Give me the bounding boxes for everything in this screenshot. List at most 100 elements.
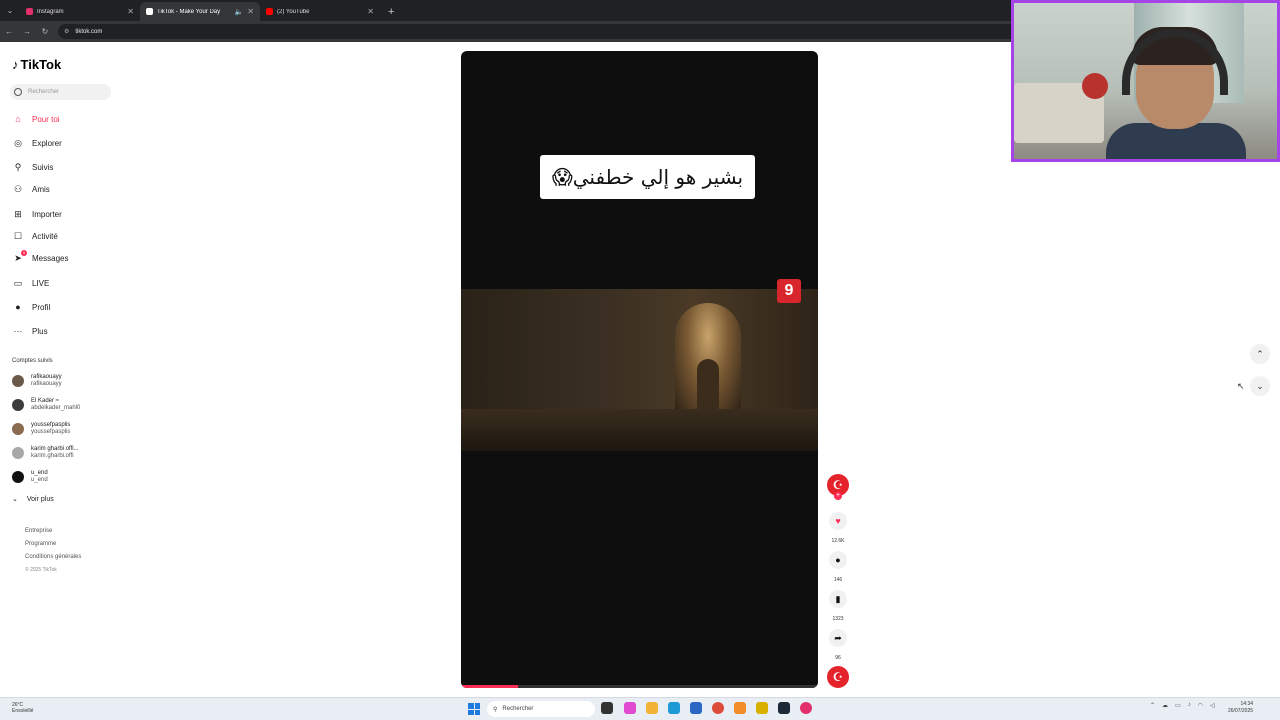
like-heart-icon[interactable]: ♥ [829,512,847,530]
nav-item-importer[interactable]: ⊞ Importer [12,208,62,220]
search-icon: ⚲ [493,706,498,713]
followed-account[interactable]: rafikaouayy rafikaouayy [12,374,62,388]
floor-shape [461,409,818,451]
nav-label: Messages [32,253,69,263]
tab-search-chevron-icon[interactable]: ⌄ [0,0,20,21]
next-video-chevron-down-icon[interactable]: ⌄ [1250,376,1270,396]
account-name: El Kader ≈ [31,398,59,404]
following-icon: ⚲ [14,161,22,172]
nav-item-amis[interactable]: ⚇ Amis [12,183,50,195]
share-icon[interactable]: ➦ [829,629,847,647]
nav-label: Importer [32,209,62,219]
video-caption: بشير هو إلي خطفني😱 [540,155,755,199]
nav-item-live[interactable]: ▭ LIVE [12,277,50,289]
tray-app-icon[interactable]: ▭ [1175,702,1181,709]
new-tab-icon[interactable]: + [380,2,394,21]
nav-label: LIVE [32,278,50,288]
forward-icon[interactable]: → [18,27,36,36]
nav-item-messages[interactable]: ➤ 9 Messages [12,249,69,264]
tab-tiktok[interactable]: TikTok - Make Your Day 🔈 ✕ [140,2,260,21]
steam-icon[interactable] [778,702,790,714]
see-more-button[interactable]: ⌄ Voir plus [12,495,54,504]
tray-app-icon[interactable]: ☁ [1162,702,1168,709]
wifi-icon[interactable]: ◠ [1198,702,1203,709]
account-handle: karim.gharbi.offi [31,453,74,459]
chevron-down-icon: ⌄ [12,496,18,503]
video-player[interactable]: بشير هو إلي خطفني😱 9 [461,51,818,688]
footer-link-programme[interactable]: Programme [25,541,56,547]
url-input[interactable]: ⚙ tiktok.com [58,24,1048,39]
nav-label: Suivis [32,162,54,172]
app-icon[interactable] [800,702,812,714]
nav-item-activite[interactable]: ☐ Activité [12,230,58,242]
close-tab-icon[interactable]: ✕ [127,7,134,16]
instagram-favicon-icon [26,8,33,15]
account-name: karim gharbi offi... [31,446,79,452]
nav-item-profil[interactable]: ● Profil [12,301,50,313]
comment-count: 146 [833,577,843,583]
nav-item-plus[interactable]: ··· Plus [12,325,48,337]
task-view-icon[interactable] [601,702,613,714]
search-input[interactable]: Rechercher [10,84,111,100]
taskbar-clock[interactable]: 14:34 26/07/2025 [1228,701,1253,715]
windows-start-icon[interactable] [468,703,480,715]
comment-icon[interactable]: ● [829,551,847,569]
app-icon[interactable] [734,702,746,714]
system-tray[interactable]: ⌃ ☁ ▭ ♪ ◠ ◁ [1150,702,1215,709]
nav-label: Pour toi [32,114,60,124]
followed-account[interactable]: karim gharbi offi... karim.gharbi.offi [12,446,79,460]
tiktok-logo[interactable]: ♪ TikTok [12,57,61,72]
nav-item-suivis[interactable]: ⚲ Suivis [12,161,54,173]
weather-desc: Ensoleillé [12,708,34,714]
webcam-overlay [1011,0,1280,162]
taskbar-search-input[interactable]: ⚲ Rechercher [487,701,595,717]
followed-account[interactable]: u_end u_end [12,470,48,484]
followed-account[interactable]: El Kader ≈ abdelkader_mahl0 [12,398,80,412]
volume-icon[interactable]: ◁ [1210,702,1215,709]
messages-badge: 9 [21,249,27,256]
microphone-icon[interactable]: ♪ [1188,702,1191,709]
followed-accounts-title: Comptes suivis [12,358,53,364]
close-tab-icon[interactable]: ✕ [367,7,374,16]
chrome-icon[interactable] [712,702,724,714]
share-count: 96 [835,655,841,661]
tab-youtube[interactable]: (2) YouTube ✕ [260,2,380,21]
tab-instagram[interactable]: Instagram ✕ [20,2,140,21]
account-handle: youssefpasplis [31,429,71,435]
site-info-icon[interactable]: ⚙ [64,28,69,35]
reload-icon[interactable]: ↻ [36,27,54,36]
store-icon[interactable] [690,702,702,714]
search-icon [14,88,22,96]
file-explorer-icon[interactable] [646,702,658,714]
sound-disc-icon[interactable]: ☪ [827,666,849,688]
time: 14:34 [1240,701,1254,707]
nav-item-explorer[interactable]: ◎ Explorer [12,137,62,149]
weather-widget[interactable]: 26°C Ensoleillé [12,702,33,714]
friends-icon: ⚇ [13,183,23,194]
speaker-icon[interactable]: 🔈 [235,8,244,16]
back-icon[interactable]: ← [0,27,18,36]
home-icon: ⌂ [15,114,21,124]
account-handle: rafikaouayy [31,381,62,387]
nav-item-pour-toi[interactable]: ⌂ Pour toi [12,113,60,125]
upload-icon: ⊞ [14,208,22,219]
messages-icon: ➤ 9 [14,249,27,263]
avatar [12,375,24,387]
app-icon[interactable] [624,702,636,714]
close-tab-icon[interactable]: ✕ [247,7,254,16]
video-progress-bar[interactable] [461,685,818,688]
taskbar-search-label: Rechercher [502,706,534,712]
footer-link-conditions[interactable]: Conditions générales [25,554,81,560]
bookmark-icon[interactable]: ▮ [829,590,847,608]
account-handle: abdelkader_mahl0 [31,405,81,411]
tiktok-favicon-icon [146,8,153,15]
copyright: © 2025 TikTok [25,567,57,573]
edge-icon[interactable] [668,702,680,714]
avatar [12,471,24,483]
app-icon[interactable] [756,702,768,714]
followed-account[interactable]: youssefpasplis youssefpasplis [12,422,70,436]
previous-video-chevron-up-icon[interactable]: ⌃ [1250,344,1270,364]
follow-plus-icon[interactable]: + [834,492,842,500]
footer-link-entreprise[interactable]: Entreprise [25,528,52,534]
tray-chevron-icon[interactable]: ⌃ [1150,702,1155,709]
